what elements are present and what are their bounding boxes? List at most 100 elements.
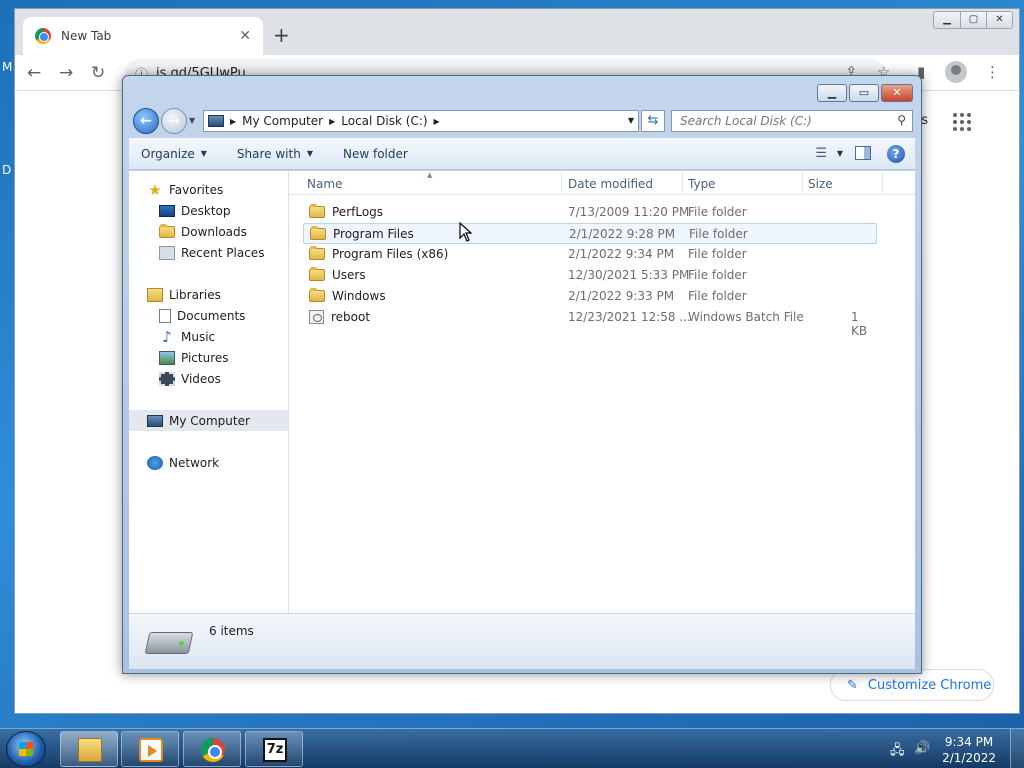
- file-name: Program Files: [333, 227, 414, 241]
- network-icon: [147, 455, 163, 470]
- computer-icon: [208, 115, 224, 127]
- search-input[interactable]: [680, 114, 880, 128]
- chrome-icon: [201, 738, 225, 762]
- close-window-button[interactable]: ✕: [986, 12, 1012, 28]
- file-name: reboot: [331, 310, 371, 324]
- file-name: Windows: [332, 289, 386, 303]
- file-row[interactable]: Program Files (x86) 2/1/2022 9:34 PM Fil…: [303, 244, 877, 265]
- file-type: File folder: [688, 289, 747, 303]
- column-divider[interactable]: [682, 173, 683, 193]
- nav-recent-places[interactable]: Recent Places: [129, 242, 288, 263]
- file-size: 1 KB: [851, 310, 868, 338]
- column-divider[interactable]: [882, 173, 883, 193]
- explorer-icon: [78, 738, 102, 762]
- pictures-icon: [159, 350, 175, 365]
- column-header-size[interactable]: Size: [808, 177, 833, 191]
- documents-icon: [159, 308, 171, 323]
- back-button[interactable]: ←: [133, 108, 159, 134]
- breadcrumb-arrow-icon[interactable]: ▶: [434, 117, 440, 126]
- column-header-type[interactable]: Type: [688, 177, 716, 191]
- forward-arrow-icon[interactable]: →: [59, 63, 73, 83]
- minimize-button[interactable]: ▁: [934, 12, 960, 28]
- file-row[interactable]: Windows 2/1/2022 9:33 PM File folder: [303, 286, 877, 307]
- music-icon: ♪: [162, 327, 172, 346]
- nav-my-computer[interactable]: My Computer: [129, 410, 288, 431]
- google-apps-icon[interactable]: [953, 113, 971, 131]
- breadcrumb-my-computer[interactable]: My Computer: [242, 114, 323, 128]
- 7zip-icon: 7z: [263, 738, 287, 762]
- column-divider[interactable]: [802, 173, 803, 193]
- address-bar[interactable]: ▶ My Computer ▶ Local Disk (C:) ▶ ▼: [203, 110, 639, 132]
- forward-button[interactable]: →: [161, 108, 187, 134]
- star-icon: ★: [148, 180, 162, 199]
- hard-drive-icon: [144, 632, 194, 654]
- maximize-button[interactable]: ▢: [960, 12, 986, 28]
- column-divider[interactable]: [561, 173, 562, 193]
- explorer-minimize-button[interactable]: ▁: [817, 84, 847, 102]
- search-box[interactable]: ⚲: [671, 110, 913, 132]
- refresh-icon[interactable]: ⇆: [641, 110, 665, 132]
- nav-desktop[interactable]: Desktop: [129, 200, 288, 221]
- share-with-button[interactable]: Share with ▼: [237, 147, 313, 161]
- column-header-name[interactable]: Name: [307, 177, 342, 191]
- file-name: Users: [332, 268, 366, 282]
- network-tray-icon[interactable]: 🖧: [890, 741, 905, 763]
- chrome-tab-new-tab[interactable]: New Tab ✕: [23, 17, 263, 55]
- show-desktop-button[interactable]: [1010, 729, 1024, 768]
- start-button[interactable]: [6, 731, 46, 767]
- change-view-icon[interactable]: ☰: [815, 146, 827, 161]
- system-clock[interactable]: 9:34 PM 2/1/2022: [942, 734, 996, 766]
- taskbar-media-player-button[interactable]: [121, 731, 179, 767]
- nav-label: Libraries: [169, 287, 221, 302]
- file-row-hovered[interactable]: Program Files 2/1/2022 9:28 PM File fold…: [303, 223, 877, 244]
- nav-label: Pictures: [181, 350, 229, 365]
- explorer-close-button[interactable]: ✕: [881, 84, 913, 102]
- view-options-chevron-icon[interactable]: ▼: [837, 149, 843, 158]
- back-arrow-icon[interactable]: ←: [27, 63, 41, 83]
- taskbar-chrome-button[interactable]: [183, 731, 241, 767]
- breadcrumb-arrow-icon[interactable]: ▶: [230, 117, 236, 126]
- file-row[interactable]: PerfLogs 7/13/2009 11:20 PM File folder: [303, 202, 877, 223]
- reload-icon[interactable]: ↻: [91, 63, 105, 83]
- nav-downloads[interactable]: Downloads: [129, 221, 288, 242]
- search-icon[interactable]: ⚲: [897, 113, 906, 127]
- nav-documents[interactable]: Documents: [129, 305, 288, 326]
- file-type: Windows Batch File: [688, 310, 804, 324]
- preview-pane-icon[interactable]: [855, 146, 871, 160]
- file-row[interactable]: reboot 12/23/2021 12:58 ... Windows Batc…: [303, 307, 877, 338]
- new-folder-button[interactable]: New folder: [343, 147, 408, 161]
- nav-music[interactable]: ♪ Music: [129, 326, 288, 347]
- file-date: 2/1/2022 9:34 PM: [568, 247, 675, 261]
- column-header-date[interactable]: Date modified: [568, 177, 653, 191]
- file-type: File folder: [688, 268, 747, 282]
- new-tab-plus-icon[interactable]: +: [273, 23, 290, 47]
- address-dropdown-icon[interactable]: ▼: [628, 116, 634, 125]
- nav-network[interactable]: Network: [129, 452, 288, 473]
- nav-pictures[interactable]: Pictures: [129, 347, 288, 368]
- explorer-window: ▁ ▭ ✕ ← → ▼ ▶ My Computer ▶ Local Disk (…: [122, 75, 922, 674]
- file-name: PerfLogs: [332, 205, 384, 219]
- nav-libraries[interactable]: Libraries: [129, 284, 288, 305]
- breadcrumb-arrow-icon[interactable]: ▶: [329, 117, 335, 126]
- chrome-menu-icon[interactable]: ⋮: [985, 63, 1000, 81]
- nav-videos[interactable]: Videos: [129, 368, 288, 389]
- volume-icon[interactable]: 🔊: [914, 741, 930, 756]
- chevron-down-icon: ▼: [200, 149, 207, 158]
- breadcrumb-local-disk[interactable]: Local Disk (C:): [341, 114, 427, 128]
- recent-pages-chevron-icon[interactable]: ▼: [189, 116, 195, 125]
- profile-avatar-icon[interactable]: [945, 61, 967, 83]
- chrome-window-controls: ▁ ▢ ✕: [933, 11, 1013, 29]
- column-headers: ▲ Name Date modified Type Size: [289, 171, 915, 195]
- taskbar-7zip-button[interactable]: 7z: [245, 731, 303, 767]
- help-icon[interactable]: ?: [887, 145, 905, 163]
- explorer-maximize-button[interactable]: ▭: [849, 84, 879, 102]
- organize-button[interactable]: Organize ▼: [141, 147, 207, 161]
- file-name: Program Files (x86): [332, 247, 449, 261]
- close-tab-icon[interactable]: ✕: [239, 28, 251, 44]
- nav-label: My Computer: [169, 413, 250, 428]
- file-row[interactable]: Users 12/30/2021 5:33 PM File folder: [303, 265, 877, 286]
- tab-title: New Tab: [61, 29, 112, 43]
- nav-favorites[interactable]: ★ Favorites: [129, 179, 288, 200]
- chrome-favicon-icon: [35, 28, 51, 44]
- taskbar-explorer-button[interactable]: [60, 731, 118, 767]
